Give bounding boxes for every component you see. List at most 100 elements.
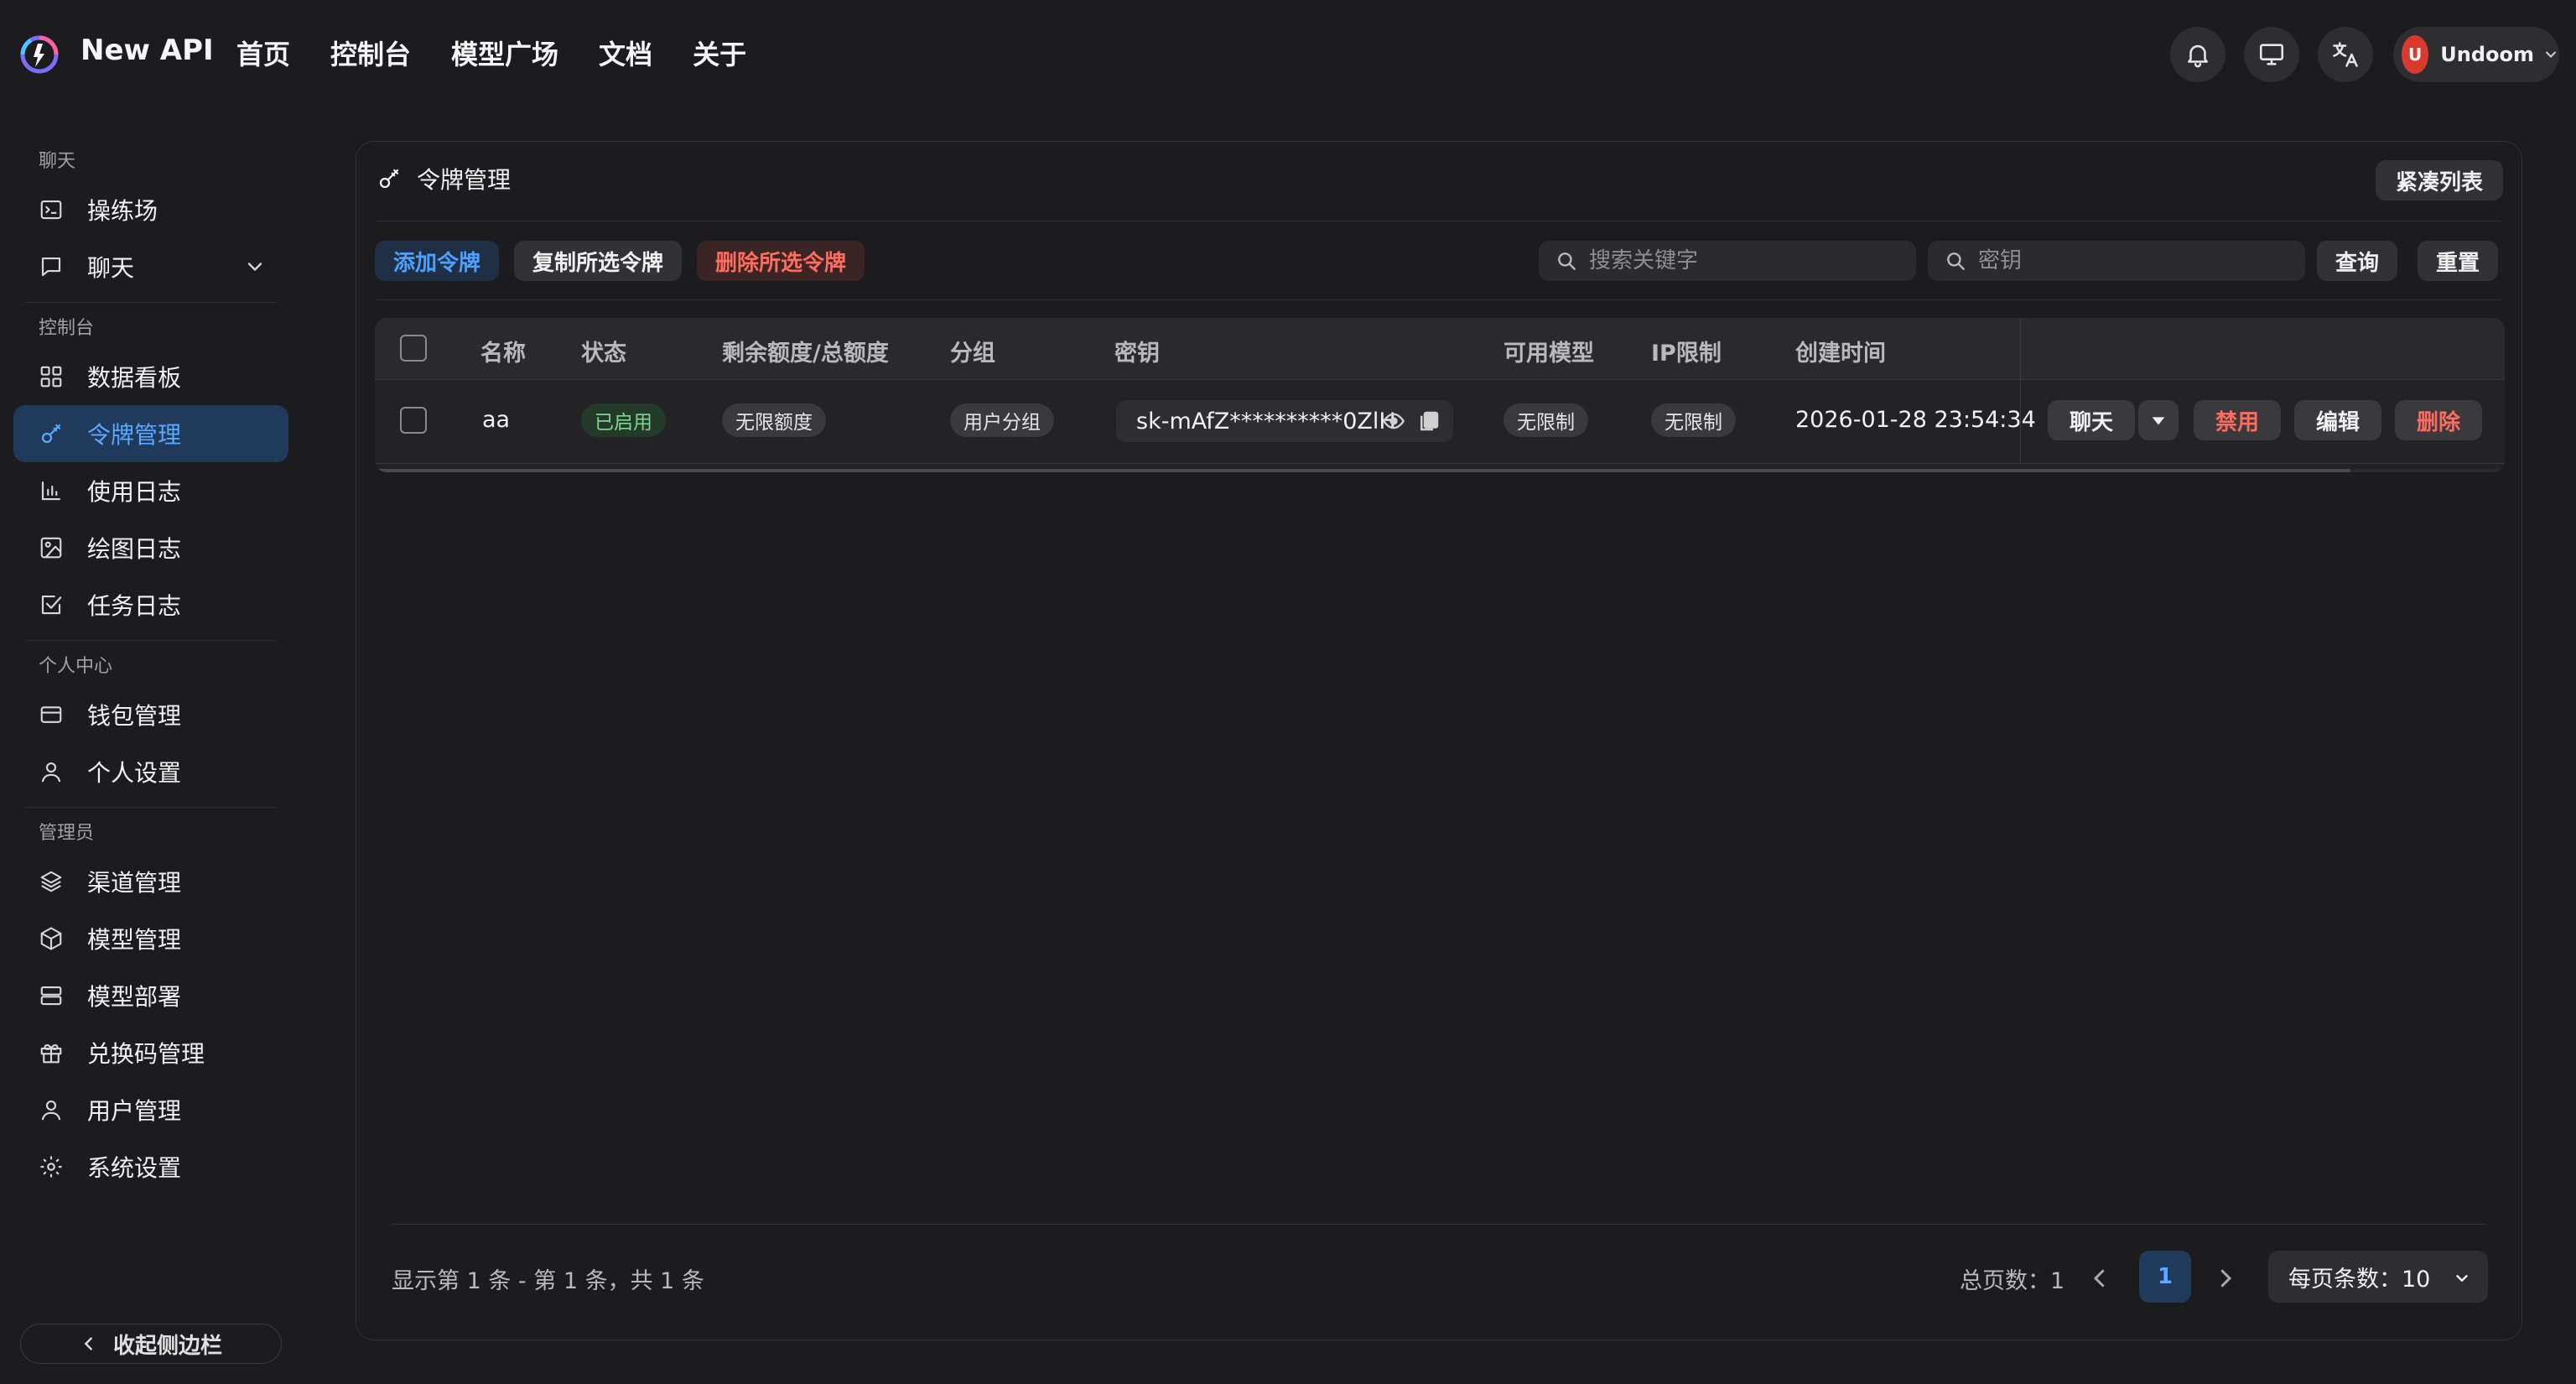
toolbar: 添加令牌 复制所选令牌 删除所选令牌 bbox=[375, 241, 865, 281]
chevron-down-icon[interactable] bbox=[243, 255, 267, 278]
row-checkbox[interactable] bbox=[400, 407, 427, 434]
copy-selected-tokens-button[interactable]: 复制所选令牌 bbox=[514, 241, 683, 281]
divider bbox=[377, 299, 2501, 300]
sidebar-item-label: 聊天 bbox=[87, 254, 135, 282]
theme-button[interactable] bbox=[2244, 27, 2299, 82]
sidebar-item-drawing-log[interactable]: 绘图日志 bbox=[13, 519, 288, 576]
delete-button[interactable]: 删除 bbox=[2395, 400, 2482, 440]
nav-console[interactable]: 控制台 bbox=[330, 34, 411, 72]
box-icon bbox=[39, 926, 64, 951]
sidebar-item-model-management[interactable]: 模型管理 bbox=[13, 910, 288, 967]
divider bbox=[25, 302, 277, 303]
nav-model-square[interactable]: 模型广场 bbox=[451, 34, 558, 72]
key-search-input[interactable] bbox=[1978, 248, 2263, 273]
scrollbar-thumb[interactable] bbox=[375, 469, 2350, 472]
translate-icon bbox=[2330, 39, 2360, 70]
delete-selected-tokens-button[interactable]: 删除所选令牌 bbox=[697, 241, 865, 281]
add-token-button[interactable]: 添加令牌 bbox=[375, 241, 500, 281]
collapse-sidebar-button[interactable]: 收起侧边栏 bbox=[20, 1324, 282, 1364]
collapse-sidebar-label: 收起侧边栏 bbox=[112, 1333, 222, 1359]
nav-docs[interactable]: 文档 bbox=[599, 34, 652, 72]
sidebar-item-chat[interactable]: 聊天 bbox=[13, 238, 288, 295]
wallet-icon bbox=[39, 702, 64, 727]
chevron-right-icon[interactable] bbox=[2213, 1266, 2238, 1291]
search-icon bbox=[1555, 250, 1577, 272]
caret-down-icon bbox=[2149, 411, 2168, 429]
column-header-created-time[interactable]: 创建时间 bbox=[1795, 335, 1886, 367]
column-header-status[interactable]: 状态 bbox=[581, 335, 626, 367]
key-search-field[interactable] bbox=[1928, 241, 2305, 281]
column-header-quota[interactable]: 剩余额度/总额度 bbox=[722, 335, 889, 367]
sidebar-item-label: 钱包管理 bbox=[87, 702, 182, 730]
notification-button[interactable] bbox=[2170, 27, 2225, 82]
nav-about[interactable]: 关于 bbox=[693, 34, 746, 72]
chat-dropdown-button[interactable] bbox=[2138, 400, 2179, 440]
user-icon bbox=[39, 759, 64, 784]
column-header-key[interactable]: 密钥 bbox=[1114, 335, 1160, 367]
keyword-search-field[interactable] bbox=[1539, 241, 1916, 281]
row-actions: 聊天 禁用 编辑 删除 bbox=[2020, 318, 2505, 464]
sidebar-item-label: 任务日志 bbox=[87, 592, 182, 620]
copy-icon[interactable] bbox=[1416, 408, 1441, 434]
keyword-search-input[interactable] bbox=[1589, 248, 1874, 273]
column-header-models[interactable]: 可用模型 bbox=[1504, 335, 1594, 367]
disable-button[interactable]: 禁用 bbox=[2194, 400, 2281, 440]
sidebar-item-label: 令牌管理 bbox=[87, 421, 182, 449]
nav-home[interactable]: 首页 bbox=[236, 34, 290, 72]
sidebar-item-wallet[interactable]: 钱包管理 bbox=[13, 686, 288, 743]
bar-chart-icon bbox=[39, 478, 64, 503]
layers-icon bbox=[39, 869, 64, 894]
sidebar-item-user-management[interactable]: 用户管理 bbox=[13, 1081, 288, 1138]
compact-list-button[interactable]: 紧凑列表 bbox=[2375, 160, 2503, 200]
sidebar-item-label: 用户管理 bbox=[87, 1097, 182, 1125]
sidebar-item-channel-management[interactable]: 渠道管理 bbox=[13, 853, 288, 910]
playground-icon bbox=[39, 197, 64, 222]
language-button[interactable] bbox=[2318, 27, 2373, 82]
sidebar-item-label: 渠道管理 bbox=[87, 869, 182, 897]
page-size-select[interactable]: 每页条数：10 bbox=[2268, 1251, 2488, 1303]
token-table: 名称 状态 剩余额度/总额度 分组 密钥 可用模型 IP限制 创建时间 aa 已… bbox=[375, 318, 2505, 472]
app-logo-icon[interactable] bbox=[20, 35, 59, 74]
sidebar-item-task-log[interactable]: 任务日志 bbox=[13, 576, 288, 633]
column-header-group[interactable]: 分组 bbox=[950, 335, 995, 367]
chevron-left-icon[interactable] bbox=[2087, 1266, 2112, 1291]
sidebar-item-system-settings[interactable]: 系统设置 bbox=[13, 1138, 288, 1195]
user-menu[interactable]: U Undoom bbox=[2393, 27, 2559, 82]
sidebar-item-model-deployment[interactable]: 模型部署 bbox=[13, 967, 288, 1024]
sidebar: 聊天 操练场 聊天 控制台 数据看板 令牌管理 使用日志 绘图日志 任务日志 个… bbox=[0, 143, 302, 1195]
query-button[interactable]: 查询 bbox=[2317, 241, 2398, 281]
task-check-icon bbox=[39, 592, 64, 617]
column-header-name[interactable]: 名称 bbox=[480, 335, 526, 367]
key-icon bbox=[377, 166, 402, 191]
server-icon bbox=[39, 983, 64, 1008]
sidebar-item-usage-log[interactable]: 使用日志 bbox=[13, 462, 288, 519]
avatar: U bbox=[2402, 35, 2429, 74]
chevron-down-icon bbox=[2542, 46, 2559, 63]
top-nav: 首页 控制台 模型广场 文档 关于 bbox=[236, 34, 746, 72]
sidebar-item-personal-settings[interactable]: 个人设置 bbox=[13, 743, 288, 800]
status-badge: 已启用 bbox=[581, 403, 666, 437]
column-header-ip-limit[interactable]: IP限制 bbox=[1651, 335, 1722, 367]
page-size-label: 每页条数：10 bbox=[2288, 1266, 2431, 1293]
eye-icon[interactable] bbox=[1381, 409, 1406, 433]
horizontal-scrollbar[interactable] bbox=[375, 469, 2505, 472]
chat-button[interactable]: 聊天 bbox=[2048, 400, 2135, 440]
edit-button[interactable]: 编辑 bbox=[2294, 400, 2381, 440]
sidebar-section-title: 管理员 bbox=[39, 823, 95, 844]
gift-icon bbox=[39, 1040, 64, 1065]
sidebar-item-token-management[interactable]: 令牌管理 bbox=[13, 405, 288, 462]
sidebar-item-label: 操练场 bbox=[87, 197, 158, 225]
sidebar-item-playground[interactable]: 操练场 bbox=[13, 181, 288, 238]
sidebar-item-redeem-codes[interactable]: 兑换码管理 bbox=[13, 1024, 288, 1081]
select-all-checkbox[interactable] bbox=[400, 335, 427, 362]
quota-badge: 无限额度 bbox=[722, 403, 826, 437]
reset-button[interactable]: 重置 bbox=[2418, 241, 2499, 281]
sidebar-section-title: 控制台 bbox=[39, 318, 95, 339]
sidebar-item-dashboard[interactable]: 数据看板 bbox=[13, 348, 288, 405]
group-badge: 用户分组 bbox=[950, 403, 1054, 437]
sidebar-item-label: 个人设置 bbox=[87, 759, 182, 787]
app-name[interactable]: New API bbox=[80, 34, 214, 67]
token-name: aa bbox=[482, 407, 511, 433]
page-button-current[interactable]: 1 bbox=[2139, 1251, 2191, 1303]
chevron-left-icon bbox=[80, 1335, 98, 1353]
